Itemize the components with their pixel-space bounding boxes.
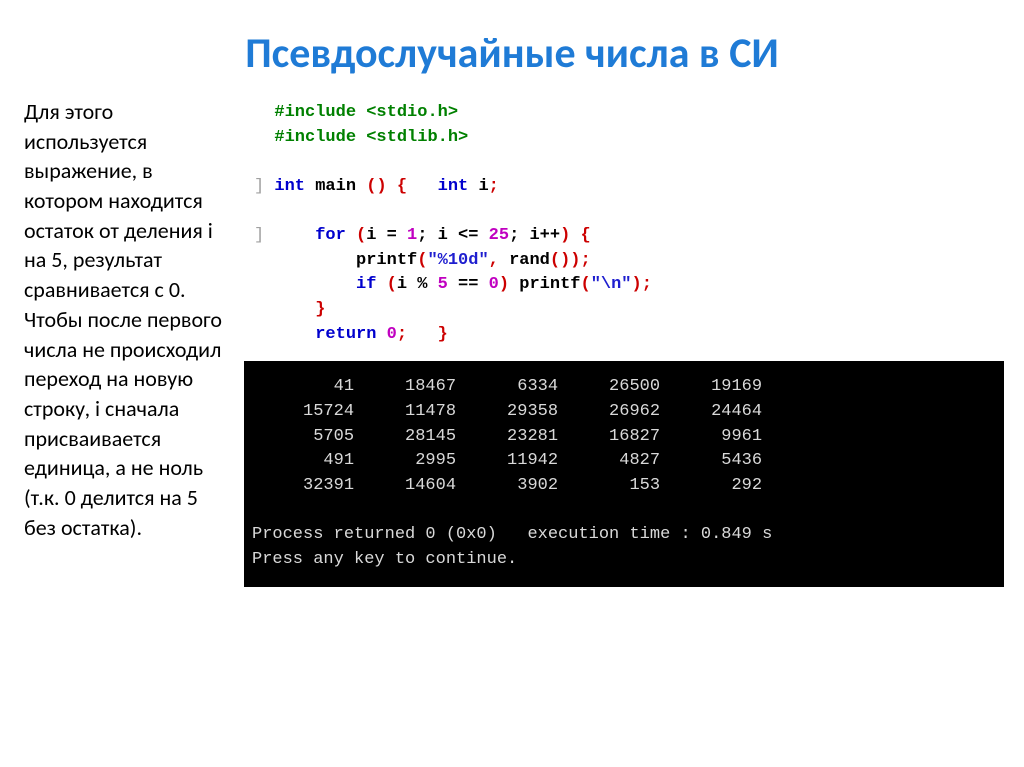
console-row: 5705 28145 23281 16827 9961 bbox=[252, 427, 762, 446]
num: 0 bbox=[489, 275, 499, 294]
num: 25 bbox=[489, 226, 509, 245]
content-row: Для этого используется выражение, в кото… bbox=[0, 97, 1024, 587]
sep: ; i <= bbox=[417, 226, 488, 245]
kw-return: return bbox=[315, 325, 376, 344]
retval: 0 bbox=[387, 325, 397, 344]
page-title: Псевдослучайные числа в СИ bbox=[0, 0, 1024, 97]
console-row: 41 18467 6334 26500 19169 bbox=[252, 377, 762, 396]
for-init: i = bbox=[366, 226, 407, 245]
kw-include: #include bbox=[274, 128, 356, 147]
body-text: Для этого используется выражение, в кото… bbox=[24, 97, 236, 587]
printf: printf bbox=[519, 275, 580, 294]
printf: printf bbox=[356, 251, 417, 270]
hdr-stdio: <stdio.h> bbox=[366, 103, 458, 122]
mod: i % bbox=[397, 275, 438, 294]
kw-int: int bbox=[274, 177, 305, 196]
console-row: 491 2995 11942 4827 5436 bbox=[252, 451, 762, 470]
fmt: "\n" bbox=[591, 275, 632, 294]
right-column: #include <stdio.h> #include <stdlib.h> ]… bbox=[236, 97, 1004, 587]
num: 1 bbox=[407, 226, 417, 245]
eqeq: == bbox=[448, 275, 489, 294]
num: 5 bbox=[438, 275, 448, 294]
hdr-stdlib: <stdlib.h> bbox=[366, 128, 468, 147]
kw-int: int bbox=[438, 177, 469, 196]
kw-include: #include bbox=[274, 103, 356, 122]
kw-for: for bbox=[315, 226, 346, 245]
rand: rand bbox=[509, 251, 550, 270]
console-status: Press any key to continue. bbox=[252, 550, 517, 569]
fmt: "%10d" bbox=[427, 251, 488, 270]
console-output: 41 18467 6334 26500 19169 15724 11478 29… bbox=[244, 361, 1004, 586]
code-block: #include <stdio.h> #include <stdlib.h> ]… bbox=[244, 97, 1004, 357]
sep: ; i++ bbox=[509, 226, 560, 245]
kw-if: if bbox=[356, 275, 376, 294]
console-row: 32391 14604 3902 153 292 bbox=[252, 476, 762, 495]
console-row: 15724 11478 29358 26962 24464 bbox=[252, 402, 762, 421]
console-status: Process returned 0 (0x0) execution time … bbox=[252, 525, 772, 544]
